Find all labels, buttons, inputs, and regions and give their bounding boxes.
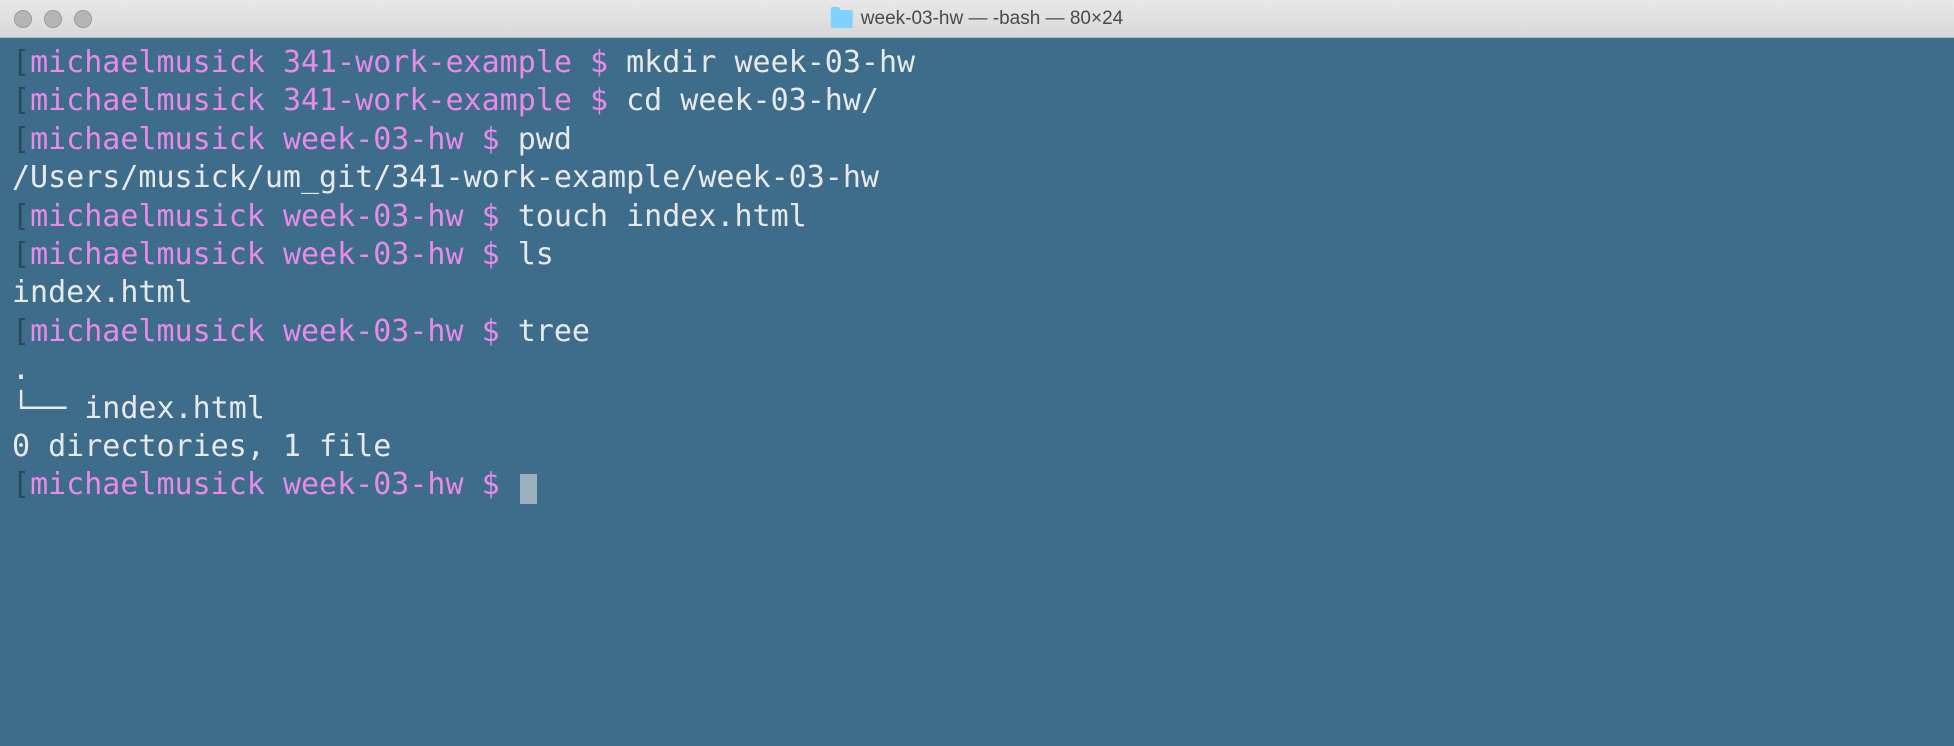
prompt-bracket: [: [12, 122, 30, 157]
prompt-dir: 341-work-example: [283, 45, 572, 80]
command-text: mkdir week-03-hw: [626, 45, 915, 80]
window-title: week-03-hw — -bash — 80×24: [861, 8, 1123, 30]
prompt-bracket: [: [12, 83, 30, 118]
prompt-symbol: $: [482, 199, 500, 234]
maximize-button[interactable]: [74, 10, 92, 28]
prompt-user: michaelmusick: [30, 467, 265, 502]
prompt-symbol: $: [482, 237, 500, 272]
terminal-line: /Users/musick/um_git/341-work-example/we…: [12, 159, 1942, 197]
prompt-dir: week-03-hw: [283, 237, 464, 272]
terminal-line: [michaelmusick week-03-hw $: [12, 466, 1942, 504]
prompt-user: michaelmusick: [30, 314, 265, 349]
terminal-line: [michaelmusick week-03-hw $ ls: [12, 236, 1942, 274]
prompt-symbol: $: [482, 467, 500, 502]
output-text: └── index.html: [12, 391, 265, 426]
prompt-dir: week-03-hw: [283, 199, 464, 234]
prompt-dir: week-03-hw: [283, 467, 464, 502]
folder-icon: [831, 10, 853, 28]
terminal-line: [michaelmusick week-03-hw $ pwd: [12, 121, 1942, 159]
command-text: touch index.html: [518, 199, 807, 234]
minimize-button[interactable]: [44, 10, 62, 28]
prompt-symbol: $: [590, 83, 608, 118]
prompt-bracket: [: [12, 467, 30, 502]
terminal-line: [michaelmusick 341-work-example $ cd wee…: [12, 82, 1942, 120]
prompt-bracket: [: [12, 237, 30, 272]
output-text: /Users/musick/um_git/341-work-example/we…: [12, 160, 879, 195]
titlebar[interactable]: week-03-hw — -bash — 80×24: [0, 0, 1954, 38]
output-text: 0 directories, 1 file: [12, 429, 391, 464]
traffic-lights: [14, 10, 92, 28]
prompt-user: michaelmusick: [30, 45, 265, 80]
prompt-symbol: $: [590, 45, 608, 80]
prompt-user: michaelmusick: [30, 122, 265, 157]
prompt-user: michaelmusick: [30, 237, 265, 272]
prompt-user: michaelmusick: [30, 83, 265, 118]
titlebar-title-area: week-03-hw — -bash — 80×24: [831, 8, 1123, 30]
cursor: [520, 474, 537, 504]
command-text: cd week-03-hw/: [626, 83, 879, 118]
prompt-symbol: $: [482, 122, 500, 157]
output-text: index.html: [12, 275, 193, 310]
terminal-line: index.html: [12, 274, 1942, 312]
prompt-dir: week-03-hw: [283, 122, 464, 157]
terminal-line: └── index.html: [12, 390, 1942, 428]
output-text: .: [12, 352, 30, 387]
prompt-bracket: [: [12, 314, 30, 349]
terminal-line: [michaelmusick week-03-hw $ tree: [12, 313, 1942, 351]
prompt-bracket: [: [12, 199, 30, 234]
prompt-dir: 341-work-example: [283, 83, 572, 118]
command-text: ls: [518, 237, 554, 272]
prompt-symbol: $: [482, 314, 500, 349]
prompt-dir: week-03-hw: [283, 314, 464, 349]
close-button[interactable]: [14, 10, 32, 28]
command-text: tree: [518, 314, 590, 349]
terminal-line: 0 directories, 1 file: [12, 428, 1942, 466]
terminal-line: [michaelmusick week-03-hw $ touch index.…: [12, 198, 1942, 236]
prompt-user: michaelmusick: [30, 199, 265, 234]
command-text: pwd: [518, 122, 572, 157]
terminal-window: week-03-hw — -bash — 80×24 [michaelmusic…: [0, 0, 1954, 746]
prompt-bracket: [: [12, 45, 30, 80]
terminal-content[interactable]: [michaelmusick 341-work-example $ mkdir …: [0, 38, 1954, 746]
terminal-line: [michaelmusick 341-work-example $ mkdir …: [12, 44, 1942, 82]
terminal-line: .: [12, 351, 1942, 389]
